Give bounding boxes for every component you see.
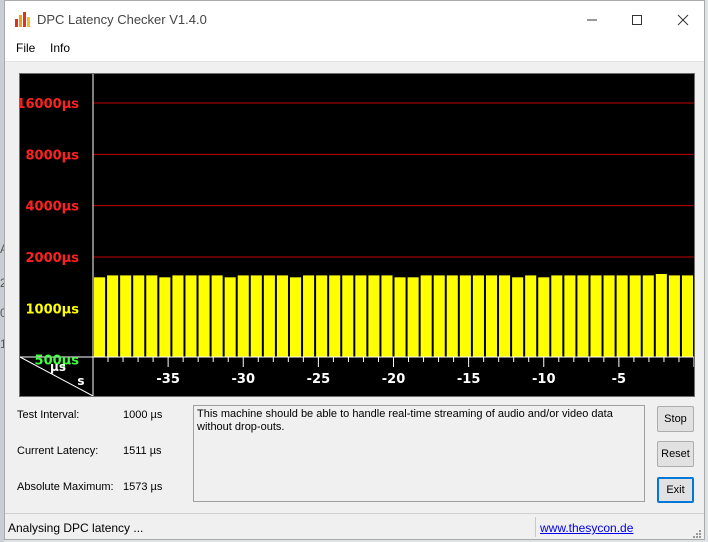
chart-bar xyxy=(668,275,680,357)
result-message-box: This machine should be able to handle re… xyxy=(193,405,645,502)
chart-bar xyxy=(551,275,563,357)
absolute-maximum-value: 1573 µs xyxy=(123,481,163,493)
close-icon xyxy=(677,14,689,26)
chart-bar xyxy=(185,275,197,357)
chart-xtick-label: -35 xyxy=(156,372,180,387)
close-button[interactable] xyxy=(661,7,704,33)
chart-bar xyxy=(368,275,380,357)
chart-bar xyxy=(211,275,223,357)
chart-bar xyxy=(198,275,210,357)
stop-button[interactable]: Stop xyxy=(657,406,694,432)
chart-corner-y-unit: µs xyxy=(50,360,66,374)
chart-bar xyxy=(342,275,354,357)
chart-bar xyxy=(303,275,315,357)
absolute-maximum-label: Absolute Maximum: xyxy=(17,481,114,493)
chart-bar xyxy=(538,277,550,357)
status-text: Analysing DPC latency ... xyxy=(8,521,144,535)
chart-bar xyxy=(681,275,693,357)
chart-bar xyxy=(289,277,302,357)
maximize-icon xyxy=(632,15,642,25)
maximize-button[interactable] xyxy=(615,7,659,33)
chart-bar xyxy=(577,275,589,357)
chart-bar xyxy=(316,275,328,357)
chart-bar xyxy=(499,275,511,357)
chart-bar xyxy=(146,275,158,357)
result-message-text: This machine should be able to handle re… xyxy=(197,408,613,433)
window-title: DPC Latency Checker V1.4.0 xyxy=(37,12,207,27)
chart-bar xyxy=(250,275,262,357)
minimize-icon xyxy=(587,19,597,21)
chart-bar xyxy=(172,275,184,357)
chart-bar xyxy=(224,277,236,357)
menu-file[interactable]: File xyxy=(16,41,35,55)
chart-bar xyxy=(107,275,119,357)
status-divider xyxy=(535,517,536,537)
chart-xtick-label: -10 xyxy=(532,372,556,387)
chart-ytick-label: 4000µs xyxy=(26,200,80,215)
chart-bar xyxy=(381,275,393,357)
chart-bar xyxy=(237,275,249,357)
chart-bar xyxy=(407,277,419,357)
chart-bar xyxy=(472,275,484,357)
chart-bar xyxy=(120,275,132,357)
chart-ytick-label: 2000µs xyxy=(26,251,80,266)
chart-bar xyxy=(355,275,367,357)
title-bar[interactable]: DPC Latency Checker V1.4.0 xyxy=(5,1,704,37)
chart-bar xyxy=(525,275,537,357)
menu-bar: File Info xyxy=(5,37,704,62)
exit-button[interactable]: Exit xyxy=(657,477,694,503)
chart-ytick-label: 16000µs xyxy=(20,97,79,112)
chart-bar xyxy=(133,275,145,357)
app-bar-chart-icon xyxy=(15,12,30,27)
chart-bar xyxy=(590,275,602,357)
latency-chart-svg: 16000µs8000µs4000µs2000µs1000µs500µs-35-… xyxy=(20,74,694,396)
chart-bar xyxy=(420,275,432,357)
chart-bar xyxy=(642,275,654,357)
chart-corner-x-unit: s xyxy=(77,374,84,388)
chart-xtick-label: -30 xyxy=(232,372,256,387)
status-bar: Analysing DPC latency ... www.thesycon.d… xyxy=(5,513,704,539)
chart-bar xyxy=(564,275,576,357)
chart-bar xyxy=(276,275,288,357)
current-latency-value: 1511 µs xyxy=(123,445,162,457)
chart-ytick-label: 1000µs xyxy=(26,302,80,317)
chart-bar xyxy=(603,275,615,357)
chart-bar xyxy=(159,277,171,357)
chart-bar xyxy=(655,273,667,357)
chart-bar xyxy=(263,275,275,357)
chart-bar xyxy=(329,275,341,357)
chart-bar xyxy=(94,277,106,357)
test-interval-value: 1000 µs xyxy=(123,409,163,421)
thesycon-link[interactable]: www.thesycon.de xyxy=(540,521,633,535)
current-latency-label: Current Latency: xyxy=(17,445,99,457)
chart-xtick-label: -15 xyxy=(457,372,481,387)
chart-bar xyxy=(512,277,524,357)
chart-bar xyxy=(629,275,641,357)
chart-bar xyxy=(459,275,471,357)
chart-bar xyxy=(485,275,498,357)
chart-bar xyxy=(433,275,445,357)
test-interval-label: Test Interval: xyxy=(17,409,80,421)
resize-grip-icon[interactable] xyxy=(691,528,701,538)
chart-xtick-label: -20 xyxy=(382,372,406,387)
chart-xtick-label: -25 xyxy=(307,372,331,387)
app-window: DPC Latency Checker V1.4.0 File Info 160… xyxy=(4,0,705,540)
chart-ytick-label: 8000µs xyxy=(26,148,80,163)
chart-bar xyxy=(446,275,458,357)
reset-button[interactable]: Reset xyxy=(657,441,694,467)
chart-xtick-label: -5 xyxy=(612,372,626,387)
latency-graph: 16000µs 8000µs 4000µs 2000µs 1000µs 500µs -35-… xyxy=(19,73,695,397)
chart-bar xyxy=(616,275,628,357)
menu-info[interactable]: Info xyxy=(50,41,70,55)
chart-bar xyxy=(394,277,406,357)
minimize-button[interactable] xyxy=(570,7,614,33)
